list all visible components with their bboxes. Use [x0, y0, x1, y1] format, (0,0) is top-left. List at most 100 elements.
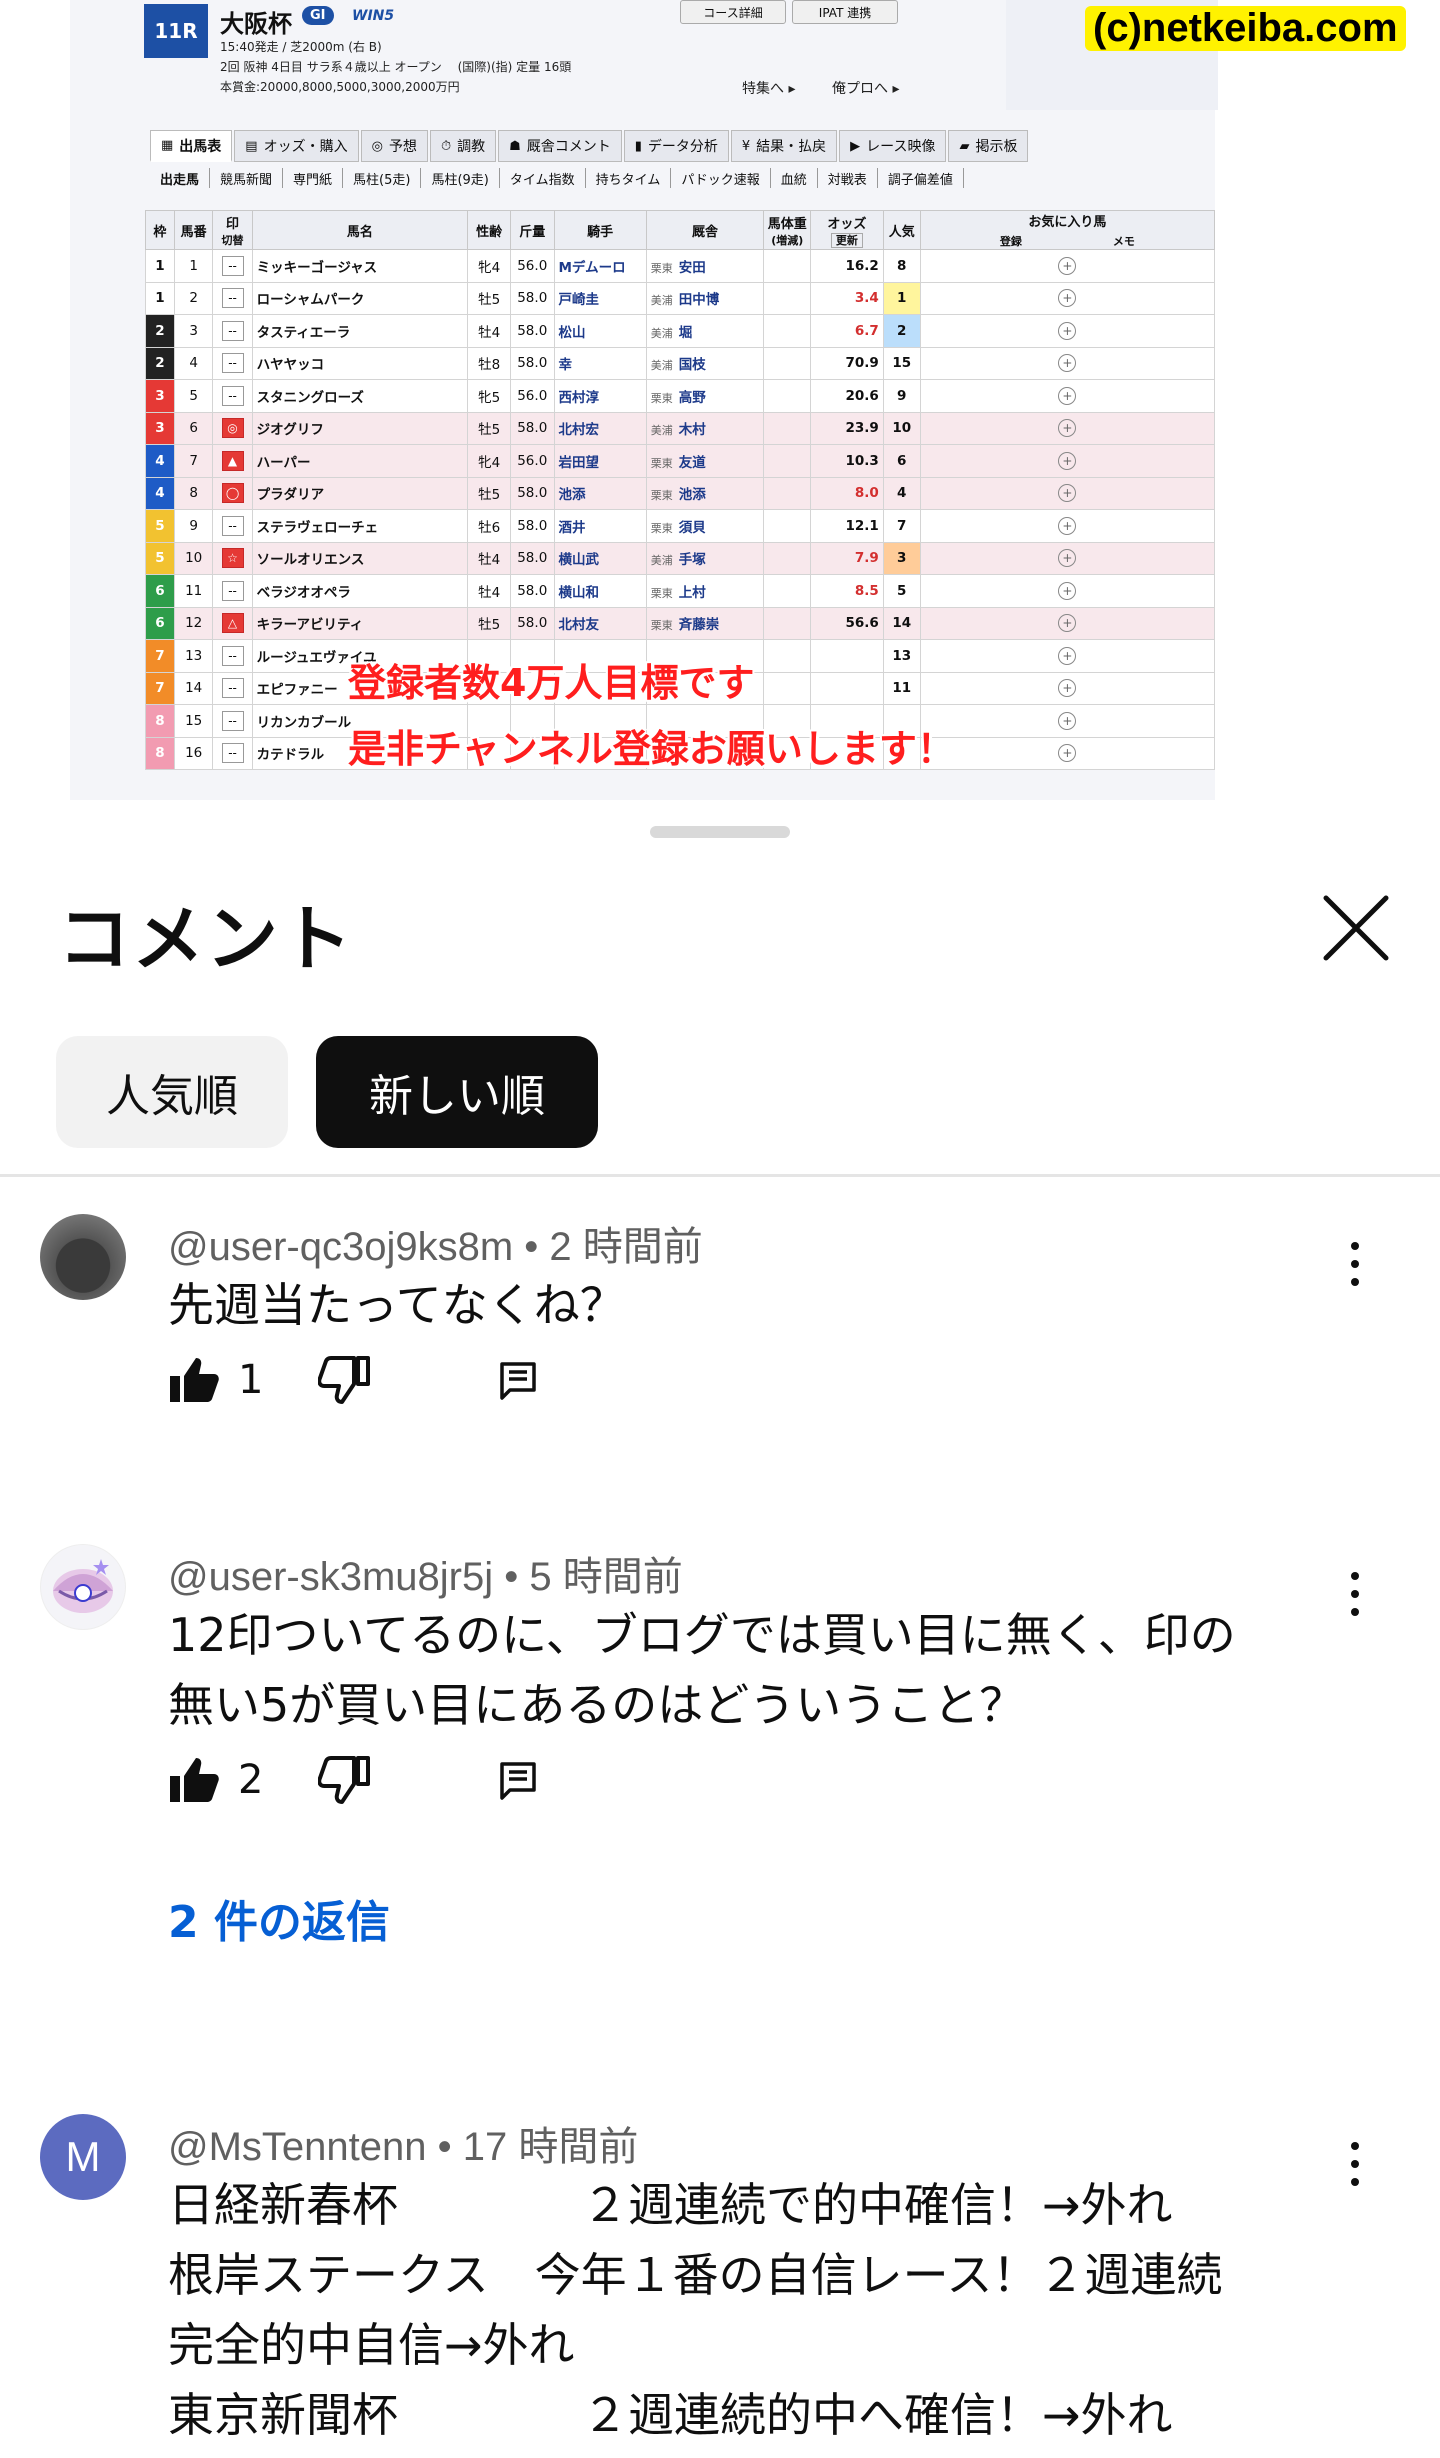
- mark-selector[interactable]: --: [221, 710, 244, 731]
- table-row[interactable]: 3 5 -- スタニングローズ 牝5 56.0 西村淳 栗東 高野 20.6 9 +: [145, 379, 1216, 413]
- jockey-link[interactable]: 岩田望: [553, 444, 647, 478]
- favorite-cell[interactable]: +: [919, 541, 1216, 575]
- col-ninki[interactable]: 人気: [882, 210, 921, 250]
- favorite-cell[interactable]: +: [919, 639, 1216, 673]
- stable-cell[interactable]: 美浦堀: [645, 314, 765, 348]
- tab-prediction[interactable]: ◎ 予想: [360, 130, 428, 162]
- favorite-add-icon[interactable]: +: [1058, 386, 1077, 405]
- favorite-add-icon[interactable]: +: [1058, 646, 1077, 665]
- mark-cell[interactable]: --: [212, 639, 253, 673]
- stable-cell[interactable]: 美浦 田中博: [645, 281, 765, 315]
- tab-board[interactable]: ▰ 掲示板: [948, 130, 1029, 162]
- tab-shutsuba[interactable]: ▦ 出馬表: [150, 130, 233, 162]
- favorite-add-icon[interactable]: +: [1058, 549, 1077, 568]
- trainer-link[interactable]: 斉藤崇: [679, 617, 720, 633]
- tab-training[interactable]: ⏱ 調教: [429, 130, 497, 162]
- favorite-cell[interactable]: +: [919, 346, 1216, 380]
- mark-selector[interactable]: --: [221, 515, 244, 536]
- jockey-link[interactable]: 北村友: [553, 606, 647, 640]
- odds-refresh-button[interactable]: 更新: [830, 232, 863, 248]
- avatar[interactable]: M: [40, 2114, 126, 2200]
- stable-cell[interactable]: 美浦 国枝: [645, 346, 765, 380]
- mark-cell[interactable]: --: [212, 281, 253, 315]
- mark-selector[interactable]: ◎: [221, 418, 244, 439]
- mark-selector[interactable]: ☆: [221, 548, 244, 569]
- favorite-add-icon[interactable]: +: [1058, 679, 1077, 698]
- stable-cell[interactable]: 美浦 木村: [645, 411, 765, 445]
- favorite-add-icon[interactable]: +: [1058, 711, 1077, 730]
- jockey-link[interactable]: 池添: [553, 476, 647, 510]
- horse-name-link[interactable]: ローシャムパーク: [251, 281, 469, 315]
- subtab[interactable]: 専門紙: [283, 168, 344, 188]
- favorite-cell[interactable]: +: [919, 509, 1216, 543]
- favorite-cell[interactable]: +: [919, 444, 1216, 478]
- subtab[interactable]: 出走馬: [150, 168, 211, 188]
- mark-cell[interactable]: ◯: [212, 476, 253, 510]
- jockey-link[interactable]: 酒井: [553, 509, 647, 543]
- subtab[interactable]: 馬柱(9走): [421, 168, 500, 188]
- subtab[interactable]: 馬柱(5走): [343, 168, 422, 188]
- mark-selector[interactable]: --: [221, 320, 244, 341]
- jockey-link[interactable]: 松山: [553, 314, 647, 348]
- horse-name-link[interactable]: スタニングローズ: [251, 379, 469, 413]
- reply-button[interactable]: [498, 1760, 538, 1800]
- tab-data-analysis[interactable]: ▮ データ分析: [623, 130, 729, 162]
- mark-selector[interactable]: --: [221, 288, 244, 309]
- favorite-add-icon[interactable]: +: [1058, 744, 1077, 763]
- table-row[interactable]: 3 6 ◎ ジオグリフ 牡5 58.0 北村宏 美浦 木村 23.9 10 +: [145, 411, 1216, 445]
- mark-cell[interactable]: --: [212, 736, 253, 770]
- favorite-cell[interactable]: +: [919, 736, 1216, 770]
- favorite-add-icon[interactable]: +: [1058, 516, 1077, 535]
- table-row[interactable]: 1 2 -- ローシャムパーク 牡5 58.0 戸崎圭 美浦 田中博 3.4 1 +: [145, 281, 1216, 315]
- table-row[interactable]: 4 7 ▲ ハーパー 牝4 56.0 岩田望 栗東 友道 10.3 6 +: [145, 444, 1216, 478]
- horse-name-link[interactable]: キラーアビリティ: [251, 606, 469, 640]
- more-options-icon[interactable]: [1340, 1564, 1370, 1624]
- mark-cell[interactable]: △: [212, 606, 253, 640]
- mark-selector[interactable]: --: [221, 385, 244, 406]
- subtab[interactable]: 対戦表: [818, 168, 878, 188]
- dislike-button[interactable]: [318, 1756, 498, 1804]
- table-row[interactable]: 1 1 -- ミッキーゴージャス 牝4 56.0 Mデムーロ 栗東 安田 16.2 8 +: [145, 249, 1216, 283]
- subtab[interactable]: パドック速報: [671, 168, 771, 188]
- subtab[interactable]: 競馬新聞: [210, 168, 284, 188]
- mark-selector[interactable]: ▲: [221, 450, 244, 471]
- course-detail-button[interactable]: コース詳細: [680, 0, 786, 24]
- view-replies-link[interactable]: 2 件の返信: [168, 1886, 390, 1950]
- stable-cell[interactable]: 栗東 上村: [645, 574, 765, 608]
- stable-cell[interactable]: 栗東 須貝: [645, 509, 765, 543]
- col-umaban[interactable]: 馬番: [173, 210, 214, 250]
- favorite-cell[interactable]: +: [919, 606, 1216, 640]
- jockey-link[interactable]: 西村淳: [553, 379, 647, 413]
- horse-name-link[interactable]: ミッキーゴージャス: [251, 249, 469, 283]
- favorite-add-icon[interactable]: +: [1058, 419, 1077, 438]
- comment-author[interactable]: @user-qc3oj9ks8m: [168, 1225, 513, 1269]
- table-row[interactable]: 5 9 -- ステラヴェローチェ 牡6 58.0 酒井 栗東 須貝 12.1 7 +: [145, 509, 1216, 543]
- col-odds[interactable]: オッズ 更新: [810, 210, 884, 250]
- favorite-add-icon[interactable]: +: [1058, 484, 1077, 503]
- favorite-add-icon[interactable]: +: [1058, 321, 1077, 340]
- mark-cell[interactable]: --: [212, 249, 253, 283]
- favorite-cell[interactable]: +: [919, 411, 1216, 445]
- favorite-add-icon[interactable]: +: [1058, 451, 1077, 470]
- close-icon[interactable]: [1320, 892, 1392, 964]
- table-row[interactable]: 6 11 -- ベラジオオペラ 牡4 58.0 横山和 栗東 上村 8.5 5 +: [145, 574, 1216, 608]
- avatar[interactable]: [40, 1214, 126, 1300]
- jockey-link[interactable]: 戸崎圭: [553, 281, 647, 315]
- subtab[interactable]: タイム指数: [500, 168, 586, 188]
- feature-link[interactable]: 特集へ ▸: [742, 78, 795, 98]
- mark-cell[interactable]: --: [212, 314, 253, 348]
- favorite-add-icon[interactable]: +: [1058, 289, 1077, 308]
- favorite-cell[interactable]: +: [919, 281, 1216, 315]
- mark-cell[interactable]: --: [212, 379, 253, 413]
- horse-name-link[interactable]: ジオグリフ: [251, 411, 469, 445]
- col-weight[interactable]: 斤量: [510, 210, 555, 250]
- like-button[interactable]: 2: [168, 1756, 318, 1804]
- stable-cell[interactable]: 栗東 友道: [645, 444, 765, 478]
- jockey-link[interactable]: 横山和: [553, 574, 647, 608]
- more-options-icon[interactable]: [1340, 2134, 1370, 2194]
- mark-cell[interactable]: ▲: [212, 444, 253, 478]
- trainer-link[interactable]: 堀: [679, 325, 693, 341]
- stable-cell[interactable]: 栗東 池添: [645, 476, 765, 510]
- sort-chip-newest[interactable]: 新しい順: [316, 1036, 598, 1148]
- jockey-link[interactable]: 北村宏: [553, 411, 647, 445]
